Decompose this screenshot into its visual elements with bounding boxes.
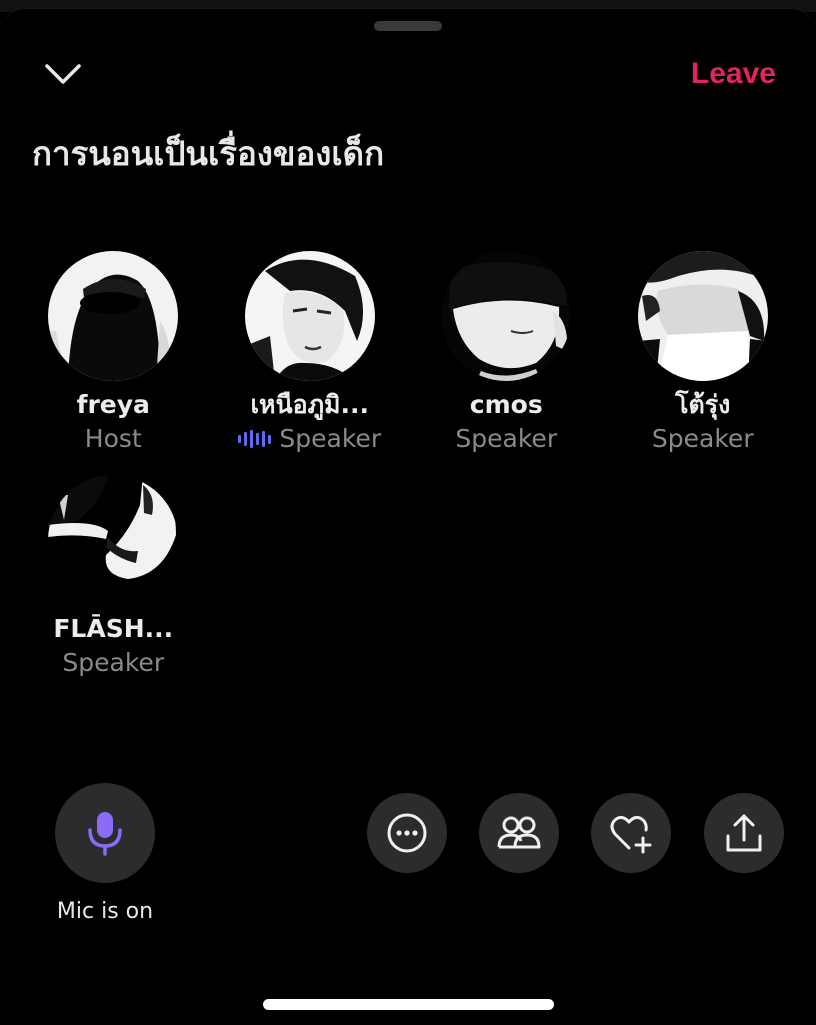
participant-flash[interactable]: FLĀSH... Speaker bbox=[15, 475, 212, 679]
role-label: Speaker bbox=[455, 424, 558, 453]
participant-role: Speaker bbox=[652, 423, 754, 455]
role-label: Speaker bbox=[62, 648, 165, 677]
participant-role: Speaker bbox=[62, 647, 164, 679]
participant-role: Speaker bbox=[455, 423, 557, 455]
avatar bbox=[244, 251, 375, 381]
more-icon bbox=[387, 813, 427, 853]
sheet-grabber[interactable] bbox=[374, 21, 442, 31]
participant-name: FLĀSH... bbox=[53, 614, 174, 643]
mic-status-label: Mic is on bbox=[56, 899, 154, 924]
room-title: การนอนเป็นเรื่องของเด็ก bbox=[32, 134, 385, 173]
people-icon bbox=[497, 816, 541, 849]
heart-plus-icon bbox=[610, 815, 652, 854]
chevron-down-icon bbox=[45, 64, 81, 84]
microphone-icon bbox=[88, 812, 122, 856]
speaking-indicator-icon bbox=[238, 429, 272, 449]
participant-role: Host bbox=[85, 423, 142, 455]
avatar bbox=[48, 251, 179, 381]
leave-button[interactable]: Leave bbox=[691, 56, 776, 92]
collapse-button[interactable] bbox=[40, 56, 86, 92]
home-indicator[interactable] bbox=[263, 999, 554, 1010]
space-sheet: Leave การนอนเป็นเรื่องของเด็ก freya Host bbox=[0, 8, 816, 1025]
participants-button[interactable] bbox=[479, 793, 559, 873]
participant-name: เหนือภูมิ... bbox=[250, 390, 370, 419]
participants-grid: freya Host เหนือภูมิ... Speaker cmos Spe… bbox=[15, 251, 801, 679]
react-button[interactable] bbox=[591, 793, 671, 873]
participant-cmos[interactable]: cmos Speaker bbox=[408, 251, 605, 455]
role-label: Host bbox=[84, 424, 142, 453]
participant-freya[interactable]: freya Host bbox=[15, 251, 212, 455]
participant-name: freya bbox=[76, 390, 150, 419]
participant-name: โต้รุ่ง bbox=[675, 390, 731, 419]
more-button[interactable] bbox=[367, 793, 447, 873]
role-label: Speaker bbox=[279, 424, 382, 453]
avatar bbox=[441, 251, 572, 381]
mic-toggle-button[interactable] bbox=[55, 783, 155, 883]
role-label: Speaker bbox=[651, 424, 754, 453]
participant-torung[interactable]: โต้รุ่ง Speaker bbox=[605, 251, 802, 455]
share-button[interactable] bbox=[704, 793, 784, 873]
avatar bbox=[637, 251, 768, 381]
participant-2[interactable]: เหนือภูมิ... Speaker bbox=[212, 251, 409, 455]
share-icon bbox=[726, 814, 762, 852]
avatar bbox=[48, 475, 179, 605]
participant-name: cmos bbox=[469, 390, 543, 419]
participant-role: Speaker bbox=[238, 423, 381, 455]
